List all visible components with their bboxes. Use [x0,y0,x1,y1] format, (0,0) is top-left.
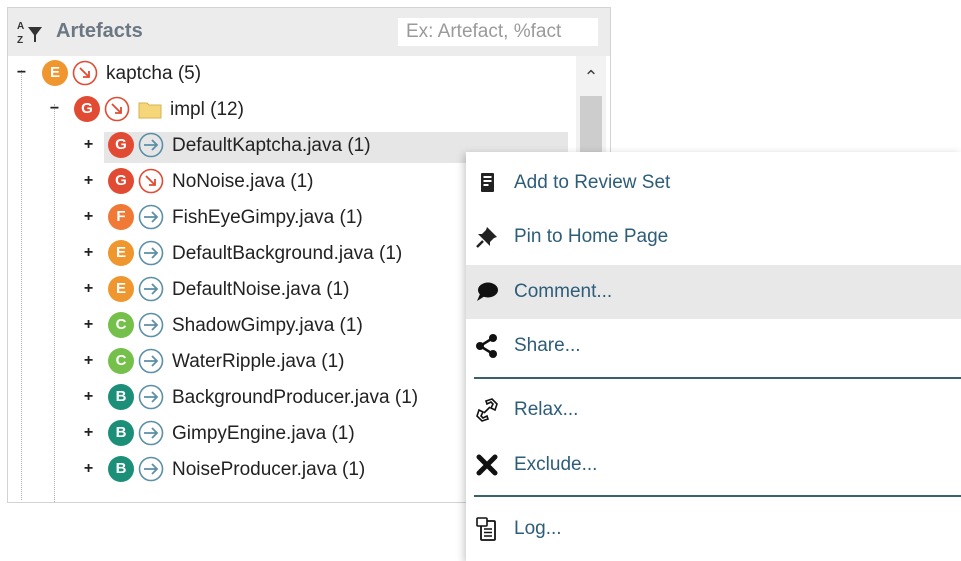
trend-down-icon [138,168,164,194]
menu-item-label: Pin to Home Page [514,226,669,247]
scroll-up-icon[interactable]: ⌃ [576,62,606,92]
menu-item-pin-to-home-page[interactable]: Pin to Home Page [466,210,961,264]
tree-item-label: DefaultNoise.java (1) [172,279,350,300]
collapse-toggle[interactable]: − [16,65,27,81]
tree-item-label: impl (12) [170,99,244,120]
rating-badge: E [42,60,68,86]
trend-down-icon [104,96,130,122]
trend-stable-icon [138,312,164,338]
pin-icon [476,227,497,248]
menu-item-label: Exclude... [514,454,598,475]
expand-toggle[interactable]: + [83,461,94,477]
menu-item-exclude[interactable]: Exclude... [466,438,961,492]
tree-item-label: kaptcha (5) [106,63,202,84]
trend-down-icon [72,60,98,86]
menu-item-label: Relax... [514,399,579,420]
rating-badge: C [108,348,134,374]
rating-badge: B [108,420,134,446]
trend-stable-icon [138,132,164,158]
expand-toggle[interactable]: + [83,173,94,189]
expand-toggle[interactable]: + [83,245,94,261]
menu-item-label: Add to Review Set [514,172,671,193]
folder-icon [138,102,162,119]
menu-item-comment[interactable]: Comment... [466,265,961,319]
rating-badge: E [108,240,134,266]
menu-separator [474,377,961,379]
menu-item-label: Log... [514,518,562,539]
menu-item-label: Share... [514,335,581,356]
tree-row-root[interactable]: − E kaptcha (5) [8,60,568,96]
expand-toggle[interactable]: + [83,137,94,153]
panel-title: Artefacts [56,20,143,42]
menu-item-share[interactable]: Share... [466,319,961,373]
trend-stable-icon [138,456,164,482]
rating-badge: E [108,276,134,302]
rating-badge: B [108,384,134,410]
rating-badge: G [74,96,100,122]
collapse-toggle[interactable]: − [49,101,60,117]
expand-toggle[interactable]: + [83,353,94,369]
expand-toggle[interactable]: + [83,317,94,333]
tree-item-label: DefaultBackground.java (1) [172,243,403,264]
tree-item-label: NoiseProducer.java (1) [172,459,366,480]
trend-stable-icon [138,348,164,374]
svg-text:Z: Z [17,35,23,45]
trend-stable-icon [138,384,164,410]
tree-item-label: WaterRipple.java (1) [172,351,345,372]
tree-item-label: BackgroundProducer.java (1) [172,387,419,408]
svg-text:A: A [17,21,24,32]
exclude-icon [476,454,498,476]
tree-item-label: GimpyEngine.java (1) [172,423,355,444]
menu-item-log[interactable]: Log... [466,502,961,556]
trend-stable-icon [138,276,164,302]
menu-item-add-to-review-set[interactable]: Add to Review Set [466,156,961,210]
menu-item-relax[interactable]: Relax... [466,383,961,437]
context-menu: Add to Review Set Pin to Home Page Comme… [466,152,961,561]
rating-badge: F [108,204,134,230]
review-set-icon [481,173,494,192]
sort-alpha-filter-icon[interactable]: A Z [16,19,44,45]
rating-badge: G [108,168,134,194]
trend-stable-icon [138,420,164,446]
trend-stable-icon [138,240,164,266]
comment-icon [477,282,498,301]
expand-toggle[interactable]: + [83,281,94,297]
trend-stable-icon [138,204,164,230]
share-icon [476,334,497,358]
menu-item-label: Comment... [514,281,613,302]
expand-toggle[interactable]: + [83,425,94,441]
relax-icon [476,398,498,422]
tree-row-folder[interactable]: − G impl (12) [8,96,568,132]
panel-header: A Z Artefacts [8,8,610,56]
tree-item-label: ShadowGimpy.java (1) [172,315,363,336]
expand-toggle[interactable]: + [83,209,94,225]
menu-separator [474,495,961,497]
rating-badge: G [108,132,134,158]
rating-badge: B [108,456,134,482]
rating-badge: C [108,312,134,338]
tree-item-label: FishEyeGimpy.java (1) [172,207,363,228]
log-icon [476,517,496,541]
expand-toggle[interactable]: + [83,389,94,405]
artefact-filter-input[interactable] [398,18,598,46]
tree-item-label: NoNoise.java (1) [172,171,314,192]
tree-item-label: DefaultKaptcha.java (1) [172,135,371,156]
